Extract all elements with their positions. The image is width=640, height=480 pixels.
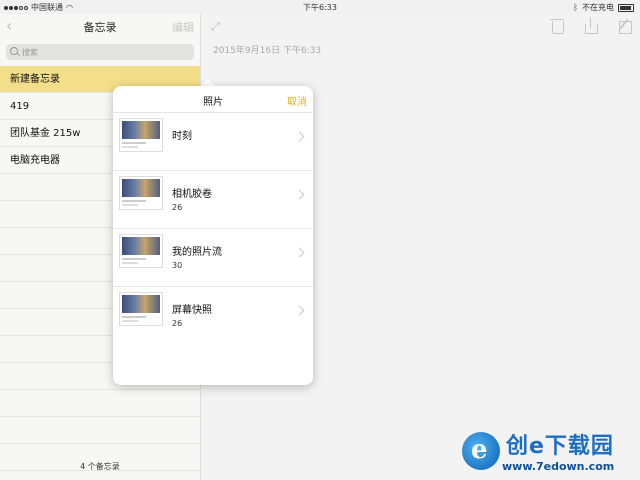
battery-icon — [618, 3, 634, 12]
cancel-button[interactable]: 取消 — [287, 93, 307, 108]
editor-toolbar — [550, 18, 632, 34]
ie-logo-icon — [462, 432, 500, 470]
sidebar-nav: ‹ 备忘录 编辑 — [0, 14, 200, 40]
watermark-logo: 创e下载园 www.7edown.com — [462, 428, 638, 478]
album-row[interactable]: 时刻 — [113, 113, 313, 171]
expand-icon[interactable]: ⤢ — [211, 20, 223, 33]
status-right: ᛒ 不在充电 — [573, 2, 634, 13]
search-placeholder: 搜索 — [22, 48, 38, 57]
photos-popover: 照片 取消 时刻 相机胶卷 26 我的照片流 30 屏幕快照 26 — [113, 86, 313, 385]
search-input[interactable]: 搜索 — [6, 44, 194, 60]
sidebar-title: 备忘录 — [83, 21, 117, 34]
popover-header: 照片 取消 — [113, 86, 313, 113]
status-bar: 中国联通 ◠ 下午6:33 ᛒ 不在充电 — [0, 0, 640, 14]
trash-icon[interactable] — [550, 18, 564, 34]
album-name: 时刻 — [172, 131, 192, 142]
status-time: 下午6:33 — [303, 3, 337, 12]
compose-icon[interactable] — [618, 18, 632, 34]
search-icon — [10, 47, 18, 55]
edit-button[interactable]: 编辑 — [172, 19, 194, 35]
watermark-url: www.7edown.com — [502, 460, 615, 473]
chevron-right-icon — [294, 131, 305, 142]
album-name: 我的照片流 — [172, 247, 222, 258]
empty-row — [0, 390, 200, 417]
album-thumbnail — [119, 176, 163, 210]
notes-count: 4 个备忘录 — [80, 462, 120, 471]
album-thumbnail — [119, 118, 163, 152]
album-row[interactable]: 相机胶卷 26 — [113, 171, 313, 229]
album-count: 30 — [172, 261, 183, 270]
album-name: 相机胶卷 — [172, 189, 212, 200]
chevron-right-icon — [294, 189, 305, 200]
album-thumbnail — [119, 292, 163, 326]
album-thumbnail — [119, 234, 163, 268]
album-count: 26 — [172, 203, 183, 212]
empty-row — [0, 417, 200, 444]
album-name: 屏幕快照 — [172, 305, 212, 316]
charging-label: 不在充电 — [582, 3, 614, 12]
album-row[interactable]: 我的照片流 30 — [113, 229, 313, 287]
share-icon[interactable] — [584, 18, 598, 34]
note-date: 2015年9月16日 下午6:33 — [213, 46, 322, 56]
chevron-right-icon — [294, 305, 305, 316]
chevron-right-icon — [294, 247, 305, 258]
watermark-title: 创e下载园 — [506, 434, 614, 459]
album-row[interactable]: 屏幕快照 26 — [113, 287, 313, 344]
popover-title: 照片 — [203, 97, 223, 108]
bluetooth-icon: ᛒ — [573, 3, 578, 12]
album-count: 26 — [172, 319, 183, 328]
